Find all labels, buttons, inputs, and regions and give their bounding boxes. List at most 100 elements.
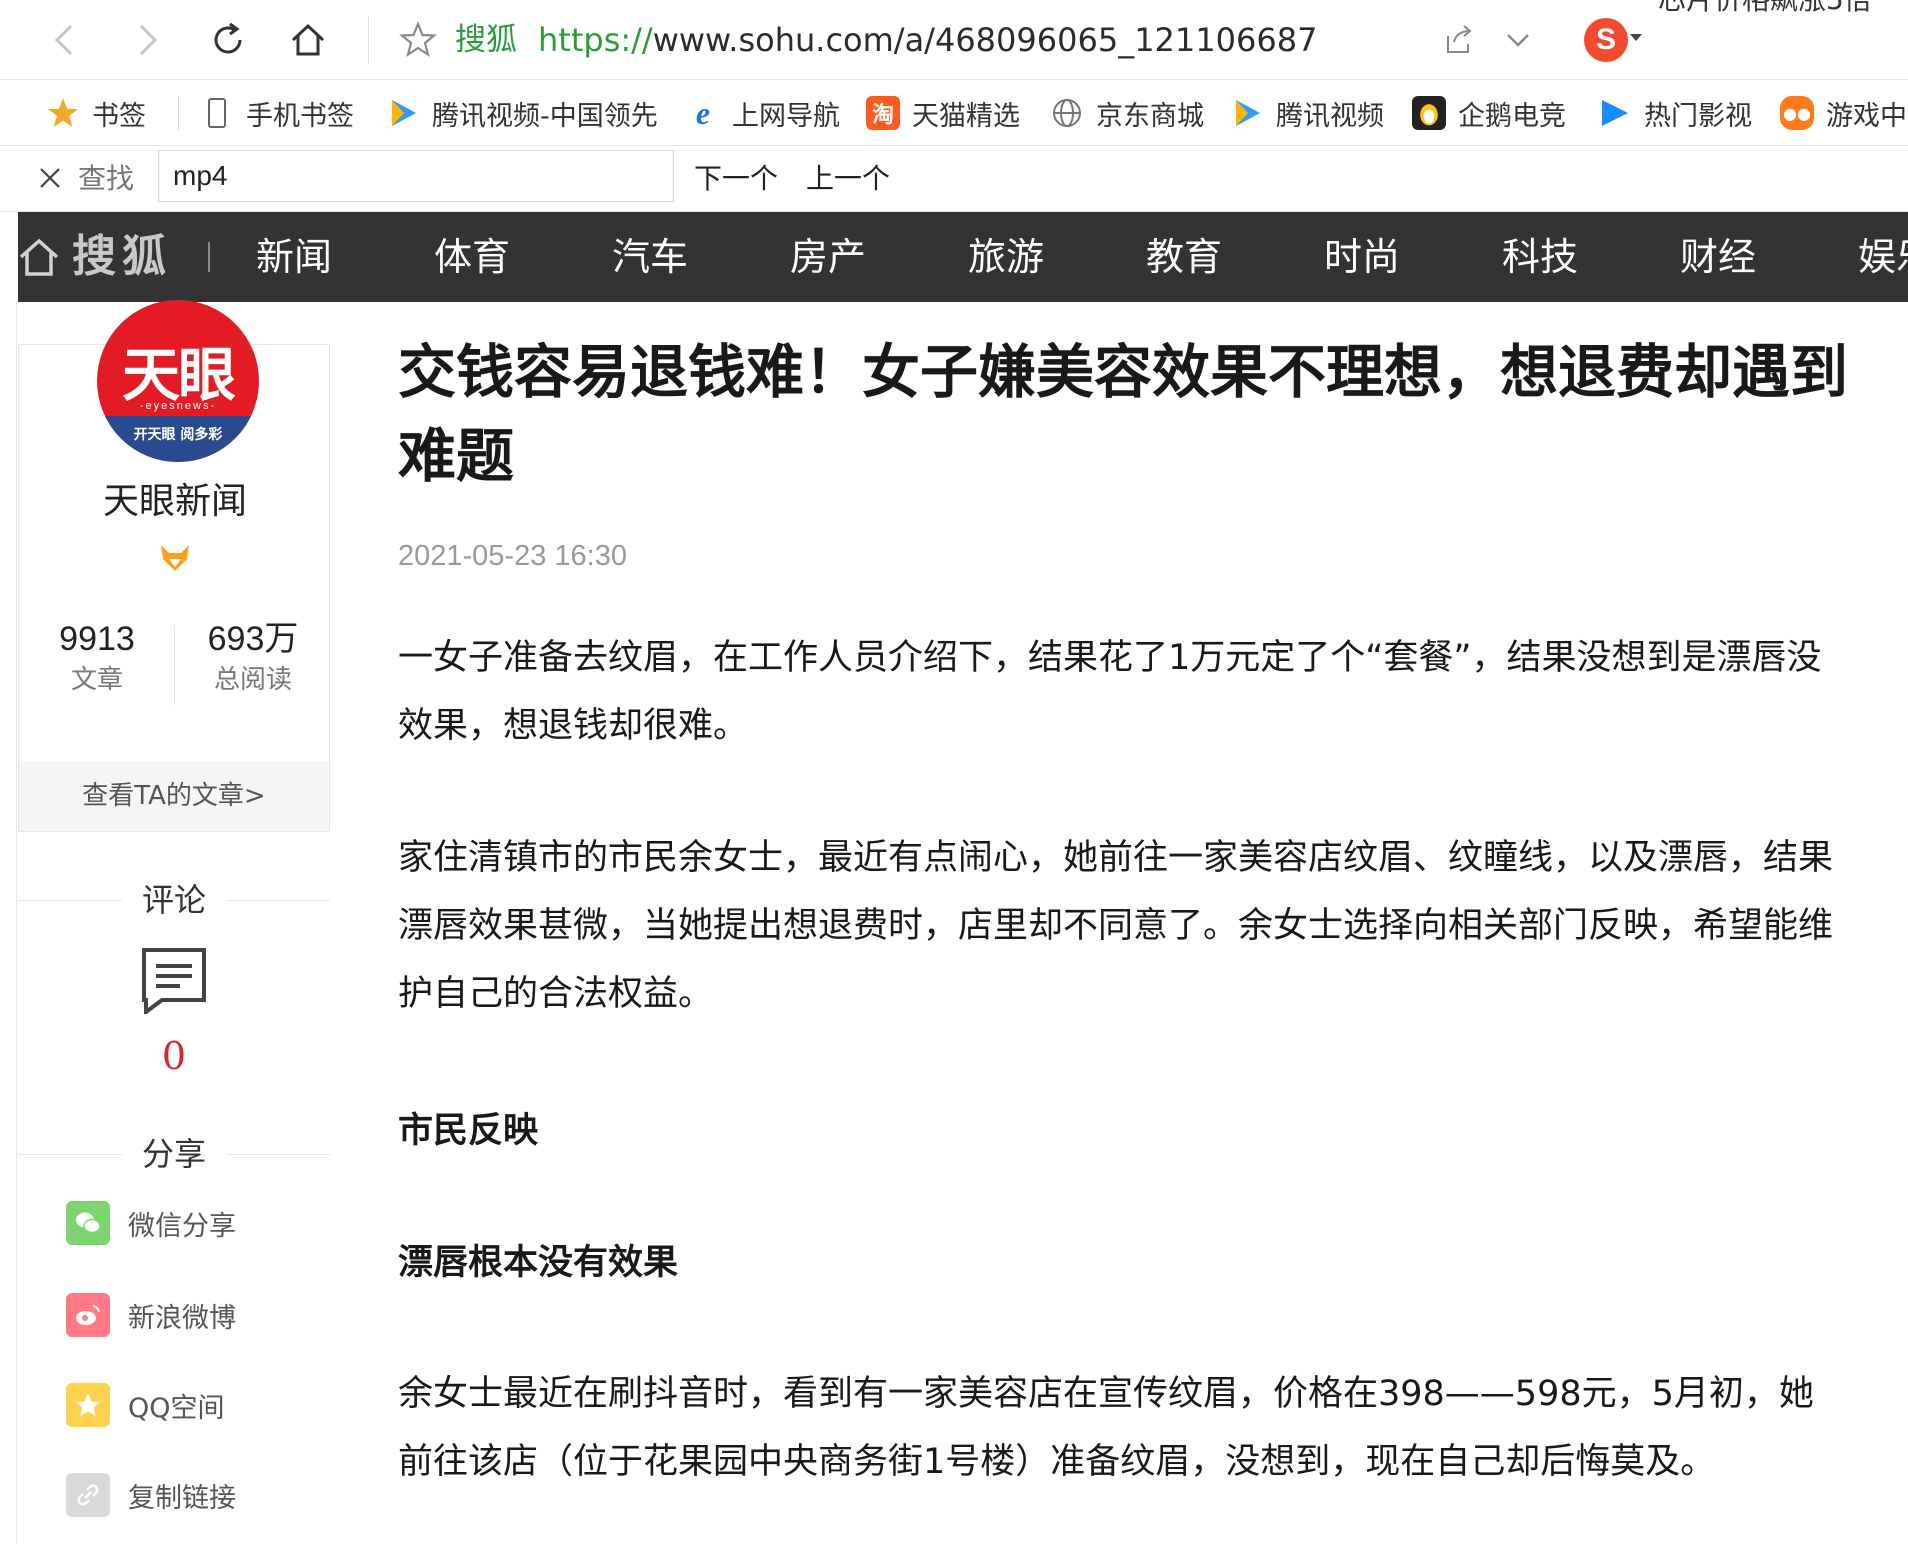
bookmark-item[interactable]: 淘 天猫精选: [866, 80, 1020, 146]
star-icon: [46, 96, 80, 130]
section-divider: [18, 1154, 122, 1155]
article-paragraph: 余女士最近在刷抖音时，看到有一家美容店在宣传纹眉，价格在398——598元，5月…: [398, 1374, 1814, 1482]
share-copy-link-button[interactable]: 复制链接: [66, 1470, 236, 1520]
address-separator: [368, 16, 369, 64]
bookmark-label: 游戏中心: [1826, 100, 1908, 132]
articles-label: 文章: [70, 665, 123, 695]
globe-icon: [1050, 96, 1084, 130]
avatar[interactable]: 天眼 -eyesnews- 开天眼 阅多彩: [97, 300, 259, 462]
url-protocol: https://: [538, 21, 653, 59]
articles-count: 9913: [59, 620, 135, 658]
gamepad-icon: ●●: [1780, 96, 1814, 130]
comment-icon[interactable]: [140, 946, 208, 1014]
avatar-sub-text: -eyesnews-: [139, 400, 217, 412]
section-divider: [226, 1154, 330, 1155]
comment-count[interactable]: 0: [0, 1030, 348, 1082]
bookmark-item[interactable]: 热门影视: [1598, 80, 1752, 146]
nav-item-auto[interactable]: 汽车: [612, 212, 688, 302]
bookmarks-bar: 书签 手机书签 腾讯视频-中国领先 e 上网导航 淘 天猫精选 京东商城 腾讯视…: [0, 80, 1908, 146]
url-field[interactable]: https://www.sohu.com/a/468096065_1211066…: [538, 18, 1317, 62]
trending-text[interactable]: 芯片价格飙涨5倍: [1658, 0, 1872, 20]
tmall-icon: 淘: [866, 96, 900, 130]
article: 交钱容易退钱难！女子嫌美容效果不理想，想退费却遇到难题 2021-05-23 1…: [398, 330, 1849, 1482]
find-label: 查找: [78, 162, 135, 195]
section-divider: [226, 900, 330, 901]
sogou-search-icon[interactable]: S: [1584, 18, 1628, 62]
find-input[interactable]: mp4: [158, 150, 674, 202]
share-weibo-button[interactable]: 新浪微博: [66, 1290, 236, 1340]
share-page-icon[interactable]: [1440, 22, 1476, 58]
close-icon[interactable]: [36, 164, 64, 192]
bookmark-item[interactable]: 书签: [46, 80, 146, 146]
bookmark-item[interactable]: ●● 游戏中心: [1780, 80, 1908, 146]
page-left-border: [16, 302, 17, 1544]
home-icon[interactable]: [18, 236, 60, 278]
author-name[interactable]: 天眼新闻: [19, 477, 331, 527]
phone-icon: [200, 96, 234, 130]
nav-item-travel[interactable]: 旅游: [968, 212, 1044, 302]
penguin-icon: [1412, 96, 1446, 130]
reads-count: 693万: [207, 620, 299, 658]
fox-badge-icon: [161, 545, 189, 571]
bookmark-label: 腾讯视频: [1276, 100, 1384, 132]
share-qzone-button[interactable]: QQ空间: [66, 1380, 225, 1430]
bookmark-item[interactable]: 京东商城: [1050, 80, 1204, 146]
nav-item-entertainment[interactable]: 娱乐: [1858, 212, 1908, 302]
chevron-down-icon[interactable]: [1500, 22, 1536, 58]
share-label: QQ空间: [128, 1392, 225, 1424]
url-path: www.sohu.com/a/468096065_121106687: [652, 21, 1318, 59]
article-paragraph: 一女子准备去纹眉，在工作人员介绍下，结果花了1万元定了个“套餐”，结果没想到是漂…: [398, 638, 1822, 746]
find-next-button[interactable]: 下一个: [694, 160, 778, 198]
address-bar: 搜狐 https://www.sohu.com/a/468096065_1211…: [0, 0, 1908, 80]
site-logo[interactable]: 搜狐: [72, 226, 172, 288]
nav-item-fashion[interactable]: 时尚: [1324, 212, 1400, 302]
nav-item-house[interactable]: 房产: [790, 212, 866, 302]
wechat-icon: [66, 1201, 110, 1245]
share-wechat-button[interactable]: 微信分享: [66, 1198, 236, 1248]
section-divider: [18, 900, 122, 901]
author-card: 天眼 -eyesnews- 开天眼 阅多彩 天眼新闻 9913 文章 693万 …: [18, 300, 331, 832]
nav-item-sports[interactable]: 体育: [434, 212, 510, 302]
site-name: 搜狐: [455, 22, 517, 58]
chevron-right-icon: [139, 24, 158, 56]
play-icon: [1230, 96, 1264, 130]
reads-label: 总阅读: [213, 665, 292, 695]
bookmark-item[interactable]: 企鹅电竞: [1412, 80, 1566, 146]
forward-button[interactable]: [118, 12, 174, 68]
share-label: 复制链接: [128, 1482, 236, 1514]
stat-reads: 693万 总阅读: [175, 617, 331, 699]
nav-item-news[interactable]: 新闻: [256, 212, 332, 302]
favorite-star-icon[interactable]: [398, 20, 438, 60]
article-subheading: 漂唇根本没有效果: [398, 1243, 679, 1283]
bookmark-item[interactable]: 手机书签: [200, 80, 354, 146]
nav-divider: [208, 242, 210, 272]
nav-item-tech[interactable]: 科技: [1502, 212, 1578, 302]
play-icon: [386, 96, 420, 130]
article-time: 2021-05-23 16:30: [398, 540, 627, 572]
article-title: 交钱容易退钱难！女子嫌美容效果不理想，想退费却遇到难题: [398, 338, 1849, 490]
bookmark-item[interactable]: 腾讯视频-中国领先: [386, 80, 658, 146]
article-paragraph: 家住清镇市的市民余女士，最近有点闹心，她前往一家美容店纹眉、纹瞳线，以及漂唇，结…: [398, 838, 1834, 1014]
bookmark-item[interactable]: 腾讯视频: [1230, 80, 1384, 146]
share-label: 新浪微博: [128, 1302, 236, 1334]
avatar-band-text: 开天眼 阅多彩: [133, 427, 223, 443]
back-button[interactable]: [38, 12, 94, 68]
comments-title: 评论: [141, 881, 206, 919]
home-button[interactable]: [280, 12, 336, 68]
reload-icon: [214, 22, 242, 54]
author-articles-link[interactable]: 查看TA的文章>: [19, 761, 329, 831]
link-icon: [66, 1473, 110, 1517]
find-prev-button[interactable]: 上一个: [806, 160, 890, 198]
article-subheading: 市民反映: [398, 1111, 539, 1151]
site-nav: 搜狐 新闻 体育 汽车 房产 旅游 教育 时尚 科技 财经 娱乐: [18, 212, 1908, 302]
caret-down-icon[interactable]: [1630, 34, 1642, 41]
qzone-icon: [66, 1383, 110, 1427]
reload-button[interactable]: [200, 12, 256, 68]
bookmark-item[interactable]: e 上网导航: [686, 80, 840, 146]
share-label: 微信分享: [128, 1210, 236, 1242]
nav-item-finance[interactable]: 财经: [1680, 212, 1756, 302]
video-icon: [1598, 96, 1632, 130]
bookmark-label: 腾讯视频-中国领先: [432, 100, 658, 132]
nav-item-education[interactable]: 教育: [1146, 212, 1222, 302]
bookmark-label: 企鹅电竞: [1458, 100, 1566, 132]
